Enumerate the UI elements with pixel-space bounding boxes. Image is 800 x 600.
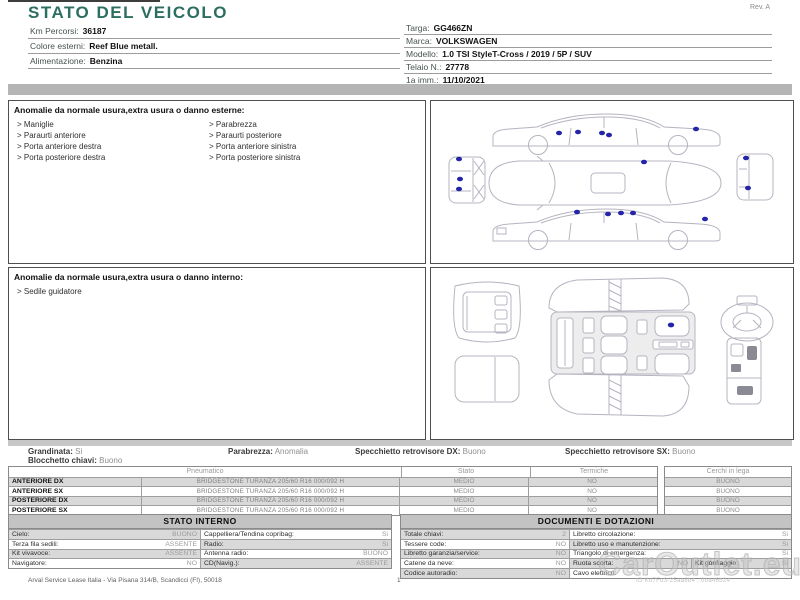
tyre-row: POSTERIORE DX BRIDGESTONE TURANZA 205/60… — [9, 495, 657, 505]
anomaly-item: > Paraurti posteriore — [209, 131, 282, 140]
targa-row: Targa: GG466ZN — [404, 22, 772, 35]
parabrezza-status: Parabrezza: Anomalia — [228, 447, 309, 456]
col-header-cerchi: Cerchi in lega — [706, 468, 750, 476]
section-divider-bar — [8, 84, 792, 95]
col-header-stato: Stato — [401, 467, 530, 477]
footer-page-number: 1 — [397, 577, 401, 584]
grandinata-status: Grandinata: Si — [28, 447, 83, 456]
cerchi-row: BUONO — [665, 476, 791, 486]
cerchi-header: Cerchi in lega — [665, 467, 791, 477]
blocchetto-chiavi-status: Blocchetto chiavi: Buono — [28, 456, 123, 465]
cerchi-row: BUONO — [665, 495, 791, 505]
exterior-anomalies-title: Anomalie da normale usura,extra usura o … — [14, 105, 245, 115]
alimentazione-row: Alimentazione: Benzina — [28, 54, 400, 69]
vehicle-status-report: STATO DEL VEICOLO Rev. A Km Percorsi: 361… — [0, 0, 800, 600]
specchietto-sx-status: Specchietto retrovisore SX: Buono — [565, 447, 696, 456]
km-percorsi-row: Km Percorsi: 36187 — [28, 24, 400, 39]
colore-esterni-row: Colore esterni: Reef Blue metall. — [28, 39, 400, 54]
modello-row: Modello: 1.0 TSI StyleT-Cross / 2019 / 5P… — [404, 48, 772, 61]
scan-edge-artifact — [8, 0, 160, 2]
tyre-table-header: Pneumatico Stato Termiche — [9, 467, 657, 477]
col-header-termiche: Termiche — [530, 467, 657, 477]
table-row: Cielo: BUONO Cappelliera/Tendina copribag… — [9, 529, 391, 539]
vehicle-info-right: Targa: GG466ZN Marca: VOLKSWAGEN Modello: 1… — [404, 22, 772, 87]
table-row: Terza fila sedili: ASSENTE Radio: Si — [9, 538, 391, 549]
interior-anomalies-box: Anomalie da normale usura,extra usura o … — [8, 267, 426, 440]
table-row: Navigatore: NO CD(Navig.): ASSENTE — [9, 558, 391, 569]
col-header-pneumatico: Pneumatico — [186, 468, 224, 476]
tyre-row: ANTERIORE SX BRIDGESTONE TURANZA 205/60 … — [9, 486, 657, 496]
anomaly-item: > Porta anteriore destra — [17, 142, 102, 151]
tyre-table: Pneumatico Stato Termiche ANTERIORE DX B… — [8, 466, 658, 516]
anomaly-item: > Porta anteriore sinistra — [209, 142, 297, 151]
section-divider-bar-2 — [8, 440, 792, 446]
interior-anomalies-title: Anomalie da normale usura,extra usura o … — [14, 272, 244, 282]
page-title: STATO DEL VEICOLO — [28, 3, 228, 22]
table-row: Totale chiavi: 2 Libretto circolazione: Si — [401, 529, 791, 539]
stato-interno-table: STATO INTERNO Cielo: BUONO Cappelliera/Te… — [8, 514, 392, 570]
cerchi-table: Cerchi in lega BUONO BUONO BUONO BUONO — [664, 466, 792, 516]
marca-row: Marca: VOLKSWAGEN — [404, 35, 772, 48]
specchietto-dx-status: Specchietto retrovisore DX: Buono — [355, 447, 486, 456]
revision-label: Rev. A — [750, 4, 771, 11]
anomaly-item: > Porta posteriore sinistra — [209, 153, 301, 162]
documenti-title: DOCUMENTI E DOTAZIONI — [401, 515, 791, 529]
exterior-anomalies-col2: > Parabrezza > Paraurti posteriore > Por… — [209, 119, 300, 163]
damage-markers — [456, 126, 751, 222]
vehicle-info-left: Km Percorsi: 36187 Colore esterni: Reef Bl… — [28, 24, 400, 69]
anomaly-item: > Maniglie — [17, 120, 54, 129]
footer-company: Arval Service Lease Italia - Via Pisana … — [28, 577, 222, 584]
exterior-anomalies-col1: > Maniglie > Paraurti anteriore > Porta … — [17, 119, 105, 163]
anomaly-item: > Parabrezza — [209, 120, 257, 129]
interior-anomalies-list: > Sedile guidatore — [17, 286, 82, 297]
table-row: Kit vivavoce: ASSENTE Antenna radio: BUONO — [9, 548, 391, 559]
document-id: ID Ku7Fu3-25aa8b4 , 0ba46b24 — [636, 578, 731, 584]
anomaly-item: > Sedile guidatore — [17, 287, 82, 296]
damage-markers — [667, 322, 675, 328]
anomaly-item: > Porta posteriore destra — [17, 153, 106, 162]
telaio-row: Telaio N.: 27778 — [404, 61, 772, 74]
anomaly-item: > Paraurti anteriore — [17, 131, 86, 140]
exterior-anomalies-box: Anomalie da normale usura,extra usura o … — [8, 100, 426, 264]
stato-interno-title: STATO INTERNO — [9, 515, 391, 529]
cerchi-row: BUONO — [665, 486, 791, 496]
tyre-row: ANTERIORE DX BRIDGESTONE TURANZA 205/60 … — [9, 476, 657, 486]
exterior-car-diagram — [448, 113, 774, 250]
interior-diagram-box — [430, 267, 794, 440]
exterior-diagram-box — [430, 100, 794, 264]
interior-car-diagram — [453, 277, 774, 417]
